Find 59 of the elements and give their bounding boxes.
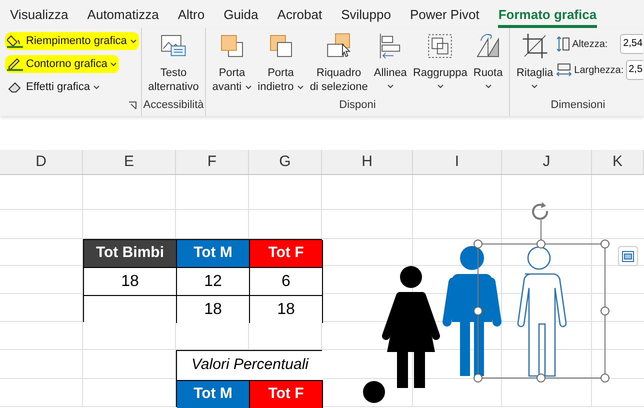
menu-tab[interactable]: Guida: [224, 4, 258, 28]
ribbon-button[interactable]: Ruota: [470, 28, 506, 92]
image-icon: [622, 250, 634, 262]
layout-options-button[interactable]: [618, 246, 638, 266]
menu-tab[interactable]: Altro: [178, 4, 205, 28]
menu-tab[interactable]: Power Pivot: [410, 4, 480, 28]
paint-bucket-icon: [7, 34, 23, 48]
ribbon-button[interactable]: Porta avanti: [209, 28, 255, 94]
caret-icon: [130, 38, 137, 44]
field-label: Larghezza:: [574, 64, 624, 78]
column-header[interactable]: D: [0, 150, 83, 174]
size-field[interactable]: 2,5: [626, 60, 643, 80]
crop-icon: [520, 32, 549, 60]
header-cell: Tot M: [177, 240, 250, 267]
column-header[interactable]: J: [502, 150, 592, 174]
caret-icon: [110, 62, 118, 66]
menu-tab[interactable]: Visualizza: [10, 4, 68, 28]
ribbon-button[interactable]: Allinea: [370, 28, 410, 92]
ribbon-button[interactable]: Raggruppa: [410, 28, 470, 92]
dropdown-button[interactable]: Contorno grafica: [5, 55, 120, 73]
field-label: Altezza:: [572, 38, 608, 52]
dialog-launcher-icon[interactable]: [128, 101, 137, 110]
ribbon-button[interactable]: Porta indietro: [254, 28, 307, 94]
header-cell: Tot M: [177, 380, 250, 408]
caret-icon: [93, 84, 100, 90]
menu-tab[interactable]: Sviluppo: [341, 4, 391, 28]
size-field[interactable]: 2,54: [620, 34, 643, 54]
header-cell: Tot F: [250, 380, 323, 408]
ribbon-button[interactable]: Ritaglia: [513, 28, 556, 92]
ribbon-button[interactable]: Riquadro di selezione: [306, 28, 371, 94]
group-icon: [426, 32, 454, 60]
column-header[interactable]: E: [83, 150, 176, 174]
dropdown-button[interactable]: Riempimento grafica: [5, 32, 139, 50]
menu-tab[interactable]: Acrobat: [277, 4, 322, 28]
column-header[interactable]: F: [176, 150, 249, 174]
table-cell: 18: [177, 295, 250, 323]
column-header[interactable]: K: [592, 150, 644, 174]
table-cell: 18: [250, 295, 323, 323]
group-label: Dimensioni: [550, 98, 606, 113]
column-header[interactable]: G: [249, 150, 322, 174]
column-header[interactable]: H: [322, 150, 413, 174]
selection-pane-icon: [324, 32, 353, 60]
table-cell: 6: [250, 267, 323, 295]
pencil-icon: [7, 57, 23, 71]
eraser-icon: [7, 81, 23, 93]
table-title: Valori Percentuali: [177, 351, 323, 380]
header-cell: Tot Bimbi: [84, 240, 177, 267]
table-cell: 12: [177, 267, 250, 295]
column-header[interactable]: I: [413, 150, 502, 174]
table-cell: 18: [84, 267, 177, 295]
group-label: Disponi: [338, 98, 377, 113]
dropdown-button[interactable]: Effetti grafica: [5, 78, 102, 96]
width-icon: [556, 63, 572, 77]
menu-tab[interactable]: Automatizza: [87, 4, 159, 28]
ribbon-button[interactable]: Testo alternativo: [145, 28, 202, 94]
header-cell: Tot F: [250, 240, 323, 267]
group-label: Accessibilità: [142, 98, 205, 113]
height-icon: [556, 36, 570, 52]
dot-shape: [363, 381, 385, 403]
